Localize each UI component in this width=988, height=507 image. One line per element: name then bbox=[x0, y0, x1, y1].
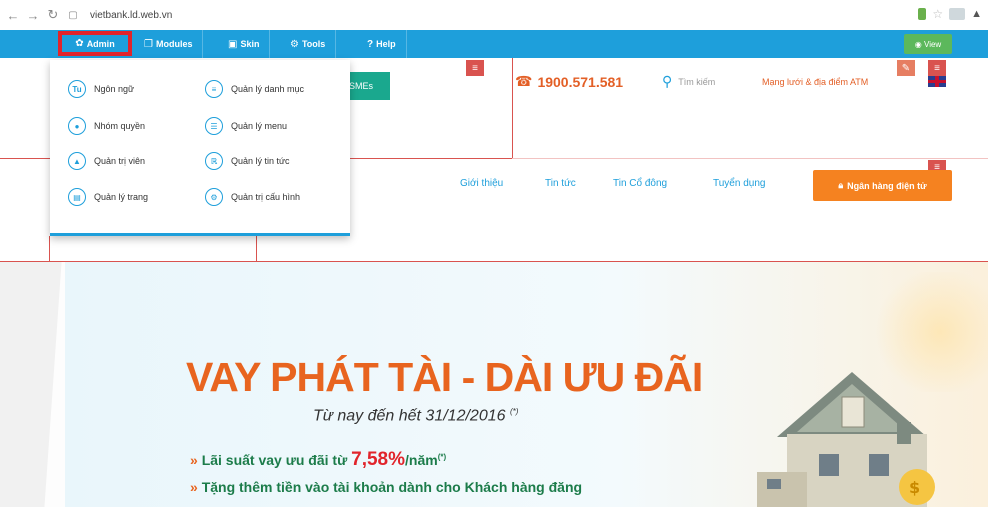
interest-rate: 7,58% bbox=[351, 449, 405, 470]
nav-item-about[interactable]: Giới thiệu bbox=[460, 178, 503, 189]
admin-label: Admin bbox=[86, 38, 115, 49]
tools-icon: ⚙ bbox=[290, 38, 299, 50]
banner-title: VAY PHÁT TÀI - DÀI ƯU ĐÃI bbox=[186, 354, 703, 400]
hotline[interactable]: ☎ 1900.571.581 bbox=[515, 73, 623, 90]
banner-bullet-bonus: » Tặng thêm tiền vào tài khoản dành cho … bbox=[190, 479, 583, 495]
dropdown-item-permission-group[interactable]: ● Nhóm quyền bbox=[68, 117, 145, 135]
category-list-icon: ≡ bbox=[205, 80, 223, 98]
copy-icon: ❐ bbox=[144, 38, 153, 50]
smes-button[interactable]: SMEs bbox=[345, 72, 390, 100]
bookmark-star-icon[interactable]: ☆ bbox=[932, 7, 943, 21]
help-label: Help bbox=[376, 39, 396, 49]
help-menu-button[interactable]: ? Help bbox=[357, 30, 407, 58]
svg-text:$: $ bbox=[909, 478, 920, 497]
back-arrow-icon[interactable]: ← bbox=[6, 8, 20, 23]
page-icon: ▤ bbox=[68, 188, 86, 206]
layout-guide-line bbox=[512, 58, 513, 158]
module-edit-menu-icon[interactable]: ≡ bbox=[928, 60, 946, 76]
browser-extension-icons: ☆ ▲ bbox=[918, 7, 982, 21]
dropdown-item-admins[interactable]: ▲ Quản trị viên bbox=[68, 152, 145, 170]
user-menu-icon[interactable]: ▲ bbox=[971, 8, 982, 20]
view-label: View bbox=[924, 39, 942, 49]
banner-subtitle: Từ nay đến hết 31/12/2016 (*) bbox=[313, 407, 519, 425]
tools-menu-button[interactable]: ⚙ Tools bbox=[280, 30, 337, 58]
image-icon: ▣ bbox=[228, 38, 238, 50]
question-icon: ? bbox=[367, 38, 374, 50]
forward-arrow-icon[interactable]: → bbox=[26, 8, 40, 23]
house-illustration: $ bbox=[757, 372, 935, 507]
banner-bullet-rate: » Lãi suất vay ưu đãi từ 7,58%/năm(*) bbox=[190, 449, 447, 470]
double-chevron-icon: » bbox=[190, 479, 198, 495]
url-host: vietbank.ld.web.vn bbox=[90, 9, 173, 21]
nav-item-news[interactable]: Tin tức bbox=[545, 178, 576, 189]
dropdown-item-category[interactable]: ≡ Quản lý danh mục bbox=[205, 80, 304, 98]
banner-left-panel bbox=[0, 262, 65, 507]
nav-item-shareholders[interactable]: Tin Cổ đông bbox=[613, 178, 667, 189]
modules-label: Modules bbox=[155, 39, 193, 49]
module-edit-pencil-icon[interactable]: ✎ bbox=[897, 60, 915, 76]
layout-guide-line bbox=[49, 236, 50, 262]
network-link[interactable]: Mạng lưới & địa điểm ATM bbox=[762, 77, 868, 87]
module-edit-menu-icon[interactable]: ≡ bbox=[466, 60, 484, 76]
ebanking-button[interactable]: 🔒︎ Ngân hàng điện tử bbox=[813, 170, 952, 201]
dropdown-item-pages[interactable]: ▤ Quản lý trang bbox=[68, 188, 148, 206]
double-chevron-icon: » bbox=[190, 452, 198, 468]
dropdown-item-language[interactable]: Tu Ngôn ngữ bbox=[68, 80, 134, 98]
dropdown-item-news[interactable]: ℝ Quản lý tin tức bbox=[205, 152, 290, 170]
layout-guide-line bbox=[512, 158, 988, 159]
admin-menu-button[interactable]: ✿ Admin bbox=[58, 31, 132, 56]
view-button[interactable]: ◉ View bbox=[904, 34, 952, 54]
search-icon[interactable]: ⚲ bbox=[662, 73, 672, 90]
hotline-number: 1900.571.581 bbox=[537, 73, 624, 90]
extension-icon[interactable] bbox=[918, 8, 927, 20]
admin-user-icon: ▲ bbox=[68, 152, 86, 170]
search-placeholder: Tìm kiếm bbox=[678, 76, 716, 87]
admin-toolbar: ✿ Admin ❐ Modules ▣ Skin ⚙ Tools ? Help … bbox=[0, 30, 988, 58]
search-box[interactable]: ⚲ Tìm kiếm bbox=[662, 73, 715, 90]
nav-item-careers[interactable]: Tuyển dụng bbox=[713, 178, 765, 189]
skin-label: Skin bbox=[240, 39, 260, 49]
language-icon: Tu bbox=[68, 80, 86, 98]
page-icon: ▢ bbox=[68, 9, 78, 21]
lock-icon: 🔒︎ bbox=[838, 180, 844, 190]
gear-icon: ✿ bbox=[75, 38, 84, 49]
skin-menu-button[interactable]: ▣ Skin bbox=[218, 30, 271, 58]
settings-icon: ⚙ bbox=[205, 188, 223, 206]
tools-label: Tools bbox=[301, 39, 326, 49]
url-field[interactable]: vietbank.ld.web.vn bbox=[90, 10, 172, 21]
extension-icon[interactable] bbox=[949, 8, 966, 20]
browser-toolbar: ← → ↻ ▢ vietbank.ld.web.vn ☆ ▲ bbox=[0, 0, 988, 30]
ebanking-label: Ngân hàng điện tử bbox=[847, 180, 927, 191]
dropdown-item-settings[interactable]: ⚙ Quản trị cấu hình bbox=[205, 188, 300, 206]
promo-banner[interactable]: VAY PHÁT TÀI - DÀI ƯU ĐÃI Từ nay đến hết… bbox=[0, 262, 988, 507]
layout-guide-line bbox=[256, 236, 257, 262]
menu-list-icon: ☰ bbox=[205, 117, 223, 135]
admin-dropdown-menu: Tu Ngôn ngữ ≡ Quản lý danh mục ● Nhóm qu… bbox=[50, 60, 350, 236]
modules-menu-button[interactable]: ❐ Modules bbox=[134, 30, 204, 58]
dropdown-item-menu[interactable]: ☰ Quản lý menu bbox=[205, 117, 287, 135]
permission-group-icon: ● bbox=[68, 117, 86, 135]
news-icon: ℝ bbox=[205, 152, 223, 170]
reload-icon[interactable]: ↻ bbox=[46, 7, 60, 22]
eye-icon: ◉ bbox=[914, 39, 924, 49]
english-flag-icon[interactable] bbox=[928, 76, 946, 87]
phone-icon: ☎ bbox=[515, 73, 533, 89]
